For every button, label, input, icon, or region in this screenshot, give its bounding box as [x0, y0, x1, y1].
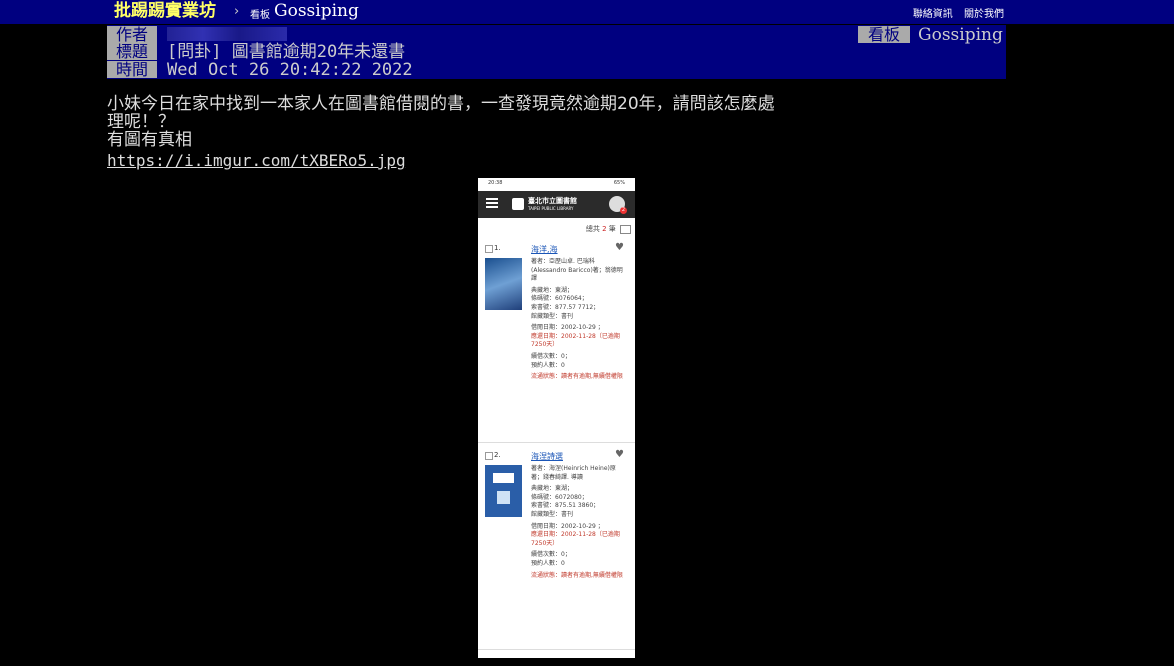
about-link[interactable]: 關於我們 [964, 9, 1004, 20]
book-type: 館藏類型：書刊 [531, 510, 574, 518]
total-count: 總共 2 筆 [478, 218, 635, 236]
book-reserve: 預約人數：0 [531, 361, 565, 369]
book-callno: 索書號：877.57 7712； [531, 303, 600, 311]
book-status: 流通狀態：讀者有逾期,無續借權限 [531, 571, 623, 579]
top-links: 聯絡資訊 關於我們 [905, 5, 1004, 20]
hamburger-menu-icon[interactable] [486, 198, 498, 200]
total-number: 2 [602, 225, 607, 233]
heart-icon[interactable]: ♥ [615, 449, 624, 460]
book-title-link[interactable]: 海涅詩選 [531, 451, 563, 462]
embedded-screenshot[interactable]: 20:38 65% 臺北市立圖書館 TAIPEI PUBLIC LIBRARY … [478, 178, 635, 658]
board-value: Gossiping [918, 25, 1003, 45]
heart-icon[interactable]: ♥ [615, 242, 624, 253]
book-location: 典藏地：東湖； [531, 485, 574, 493]
book-due-date: 應還日期：2002-11-28（已逾期7250天） [531, 531, 620, 547]
image-link[interactable]: https://i.imgur.com/tXBERo5.jpg [107, 151, 406, 170]
site-logo-link[interactable]: 批踢踢實業坊 [114, 0, 216, 24]
total-prefix: 總共 [585, 225, 600, 233]
top-navbar: 批踢踢實業坊 › 看板 Gossiping 聯絡資訊 關於我們 [0, 0, 1174, 24]
library-app-bar: 臺北市立圖書館 TAIPEI PUBLIC LIBRARY 2 [478, 191, 635, 218]
book-type: 館藏類型：書刊 [531, 312, 574, 320]
list-item: 1. ♥ 海洋,海 著者：亞歷山卓. 巴瑞科(Alessandro Baricc… [478, 236, 635, 443]
time-label: 時間 [107, 61, 157, 78]
total-suffix: 筆 [608, 225, 616, 233]
body-line: 理呢！？ [107, 112, 175, 132]
book-cover [485, 258, 522, 310]
list-item: 2. ♥ 海涅詩選 著者：海涅(Heinrich Heine)原著；錢春綺譯. … [478, 443, 635, 650]
book-borrow-date: 借閱日期：2002-10-29 ； [531, 324, 604, 332]
book-barcode: 條碼號：6076064； [531, 295, 588, 303]
board-link[interactable]: Gossiping [274, 1, 359, 21]
book-cover [485, 465, 522, 517]
article-time: Wed Oct 26 20:42:22 2022 [167, 60, 413, 80]
book-status: 流通狀態：讀者有逾期,無續借權限 [531, 373, 623, 381]
body-line: 小妹今日在家中找到一本家人在圖書館借閱的書，一查發現竟然逾期20年，請問該怎麼處 [107, 94, 775, 114]
book-renew: 續借次數：0； [531, 551, 571, 559]
author-redacted [167, 27, 287, 41]
sort-icon[interactable] [620, 224, 631, 234]
author-label: 作者 [107, 26, 157, 43]
body-line: 有圖有真相 [107, 130, 192, 150]
book-callno: 索書號：875.51 3860； [531, 502, 600, 510]
library-app-title: 臺北市立圖書館 [528, 197, 577, 205]
book-details: 著者：亞歷山卓. 巴瑞科(Alessandro Baricco)著；翁德明譯 典… [531, 258, 623, 382]
article-title: [問卦] 圖書館逾期20年未還書 [167, 42, 406, 62]
book-author: 著者：亞歷山卓. 巴瑞科(Alessandro Baricco)著；翁德明譯 [531, 258, 623, 283]
title-label: 標題 [107, 43, 157, 60]
breadcrumb-separator: › [234, 4, 240, 19]
article-header: 作者 標題 [問卦] 圖書館逾期20年未還書 時間 Wed Oct 26 20:… [107, 25, 1006, 79]
status-time: 20:38 [488, 180, 503, 186]
board-tag: 看板 [250, 10, 270, 21]
contact-link[interactable]: 聯絡資訊 [913, 9, 953, 20]
select-checkbox[interactable] [485, 452, 493, 460]
board-label: 看板 [858, 26, 910, 43]
article-body: 小妹今日在家中找到一本家人在圖書館借閱的書，一查發現竟然逾期20年，請問該怎麼處… [107, 95, 775, 149]
select-checkbox[interactable] [485, 245, 493, 253]
item-number: 1. [494, 244, 501, 252]
book-reserve: 預約人數：0 [531, 559, 565, 567]
book-renew: 續借次數：0； [531, 352, 571, 360]
notification-badge: 2 [620, 207, 627, 214]
book-due-date: 應還日期：2002-11-28（已逾期7250天） [531, 332, 620, 349]
item-number: 2. [494, 451, 501, 459]
phone-status-bar: 20:38 65% [478, 178, 635, 191]
book-title-link[interactable]: 海洋,海 [531, 244, 558, 255]
book-author: 著者：海涅(Heinrich Heine)原著；錢春綺譯. 導讀 [531, 465, 616, 481]
library-app-subtitle: TAIPEI PUBLIC LIBRARY [528, 206, 574, 211]
book-details: 著者：海涅(Heinrich Heine)原著；錢春綺譯. 導讀 典藏地：東湖；… [531, 465, 623, 580]
book-borrow-date: 借閱日期：2002-10-29 ； [531, 522, 604, 530]
library-logo-icon [512, 198, 524, 210]
status-battery: 65% [613, 180, 625, 186]
